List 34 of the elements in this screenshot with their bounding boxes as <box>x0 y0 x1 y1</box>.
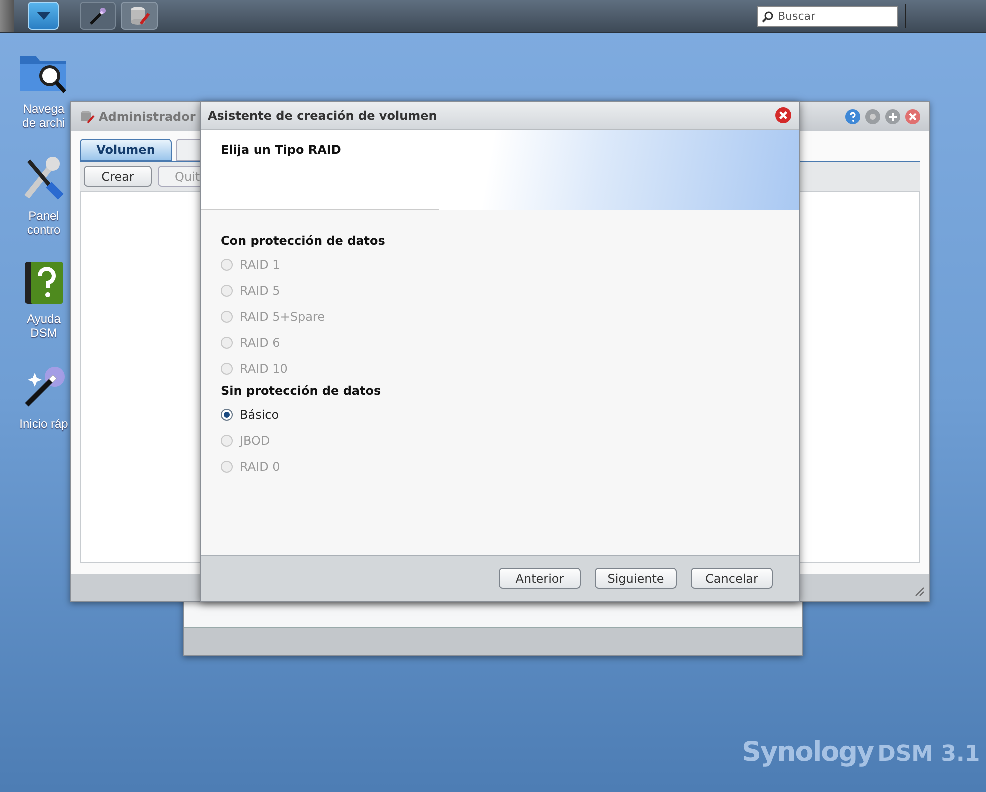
desktop-icon-label[interactable]: Inicio ráp <box>20 417 68 431</box>
database-icon <box>128 5 150 27</box>
taskbar-app-button[interactable] <box>121 2 158 30</box>
close-icon[interactable] <box>775 107 792 124</box>
tab[interactable]: Volumen <box>80 139 172 161</box>
dialog-button[interactable]: Cancelar <box>691 568 773 589</box>
magic-wand-icon <box>88 6 108 26</box>
help-icon[interactable] <box>845 108 861 124</box>
caret-icon <box>36 12 50 20</box>
desktop-icon-label[interactable]: Panel contro <box>27 209 61 237</box>
dialog-title: Asistente de creación de volumen <box>208 108 438 124</box>
main-menu-button[interactable] <box>28 2 59 30</box>
radio-option[interactable]: Básico <box>221 402 280 428</box>
window-title: Administrador <box>99 108 196 126</box>
resize-grip-icon[interactable] <box>915 587 925 597</box>
taskbar-handle[interactable] <box>0 0 14 32</box>
taskbar-app-button[interactable] <box>80 2 116 30</box>
desktop-icon-label[interactable]: Ayuda DSM <box>27 312 61 340</box>
help-book-icon <box>23 260 65 306</box>
desktop-icon-label[interactable]: Navega de archi <box>22 102 66 130</box>
dialog-button[interactable]: Siguiente <box>595 568 677 589</box>
close-icon[interactable] <box>905 108 921 124</box>
minimize-icon[interactable] <box>865 108 881 124</box>
search-icon <box>762 11 774 23</box>
dialog-button[interactable]: Anterior <box>499 568 581 589</box>
section-heading: Sin protección de datos <box>221 383 382 400</box>
section-heading: Con protección de datos <box>221 233 386 250</box>
brand-name: Synology <box>742 736 874 770</box>
toolbar-button[interactable]: Crear <box>84 166 152 187</box>
brand-version: DSM 3.1 <box>878 741 980 769</box>
search-field[interactable]: Buscar <box>757 6 898 27</box>
maximize-icon[interactable] <box>885 108 901 124</box>
wizard-heading: Elija un Tipo RAID <box>221 142 342 159</box>
database-icon <box>79 108 95 124</box>
